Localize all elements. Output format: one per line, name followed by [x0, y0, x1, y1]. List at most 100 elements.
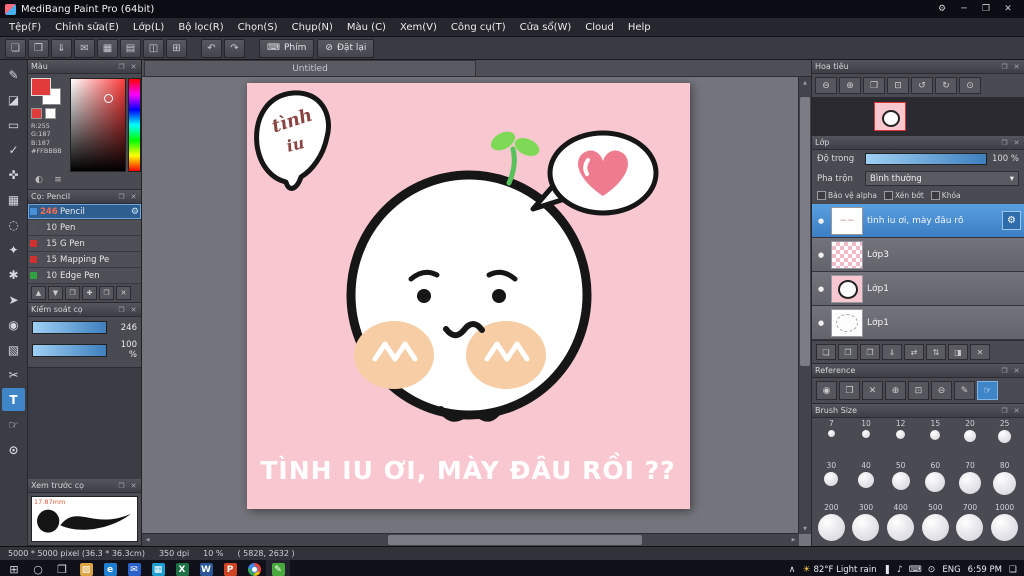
move-tool[interactable]: ✜	[2, 163, 25, 186]
delete-brush-icon[interactable]: ✕	[116, 286, 131, 300]
brush-opacity-slider[interactable]	[32, 343, 107, 357]
operation-tool[interactable]: ➤	[2, 288, 25, 311]
saturation-value-picker[interactable]	[70, 78, 126, 172]
duplicate-brush-icon[interactable]: ❐	[99, 286, 114, 300]
lasso-tool[interactable]: ◌	[2, 213, 25, 236]
excel-taskbar-button[interactable]: X	[170, 560, 194, 576]
minimize-button[interactable]: ─	[953, 1, 975, 18]
fill-tool[interactable]: ◉	[2, 313, 25, 336]
close-button[interactable]: ✕	[997, 1, 1019, 18]
color-picker-cursor[interactable]	[104, 93, 114, 103]
zoom-in-icon[interactable]: ⊕	[839, 77, 861, 94]
brush-size-200[interactable]: 200	[814, 503, 849, 545]
brush-size-50[interactable]: 50	[883, 461, 918, 503]
brush-row-0[interactable]: 246 Pencil ⚙	[28, 204, 141, 220]
snap-grid-icon[interactable]: ⊞	[166, 38, 187, 58]
navigator-preview[interactable]	[812, 97, 1024, 135]
weather-widget[interactable]: ☀ 82°F Light rain	[802, 565, 876, 575]
document-tab[interactable]: Untitled	[144, 60, 476, 76]
start-button[interactable]: ⊞	[2, 560, 26, 576]
panel-float-icon[interactable]: ❐	[117, 306, 126, 314]
horizontal-scroll-thumb[interactable]	[387, 535, 642, 545]
layer-visibility-icon[interactable]: ●	[815, 217, 827, 225]
horizontal-scrollbar[interactable]: ◀ ▶	[142, 533, 799, 546]
navigator-thumbnail[interactable]	[874, 101, 906, 131]
rect-select-tool[interactable]: ▦	[2, 188, 25, 211]
maximize-button[interactable]: ❐	[975, 1, 997, 18]
brush-row-4[interactable]: 10 Edge Pen	[28, 268, 141, 284]
ref-fit-icon[interactable]: ⊡	[908, 381, 929, 400]
color-swatch-1[interactable]	[31, 108, 42, 119]
panel-float-icon[interactable]: ❐	[1000, 63, 1009, 71]
medibang-taskbar-button[interactable]: ✎	[266, 560, 290, 576]
lock-checkbox[interactable]: Khóa	[930, 191, 961, 200]
chrome-taskbar-button[interactable]	[242, 560, 266, 576]
duplicate-layer-icon[interactable]: ❐	[860, 344, 880, 360]
mail-taskbar-button[interactable]: ✉	[122, 560, 146, 576]
slice-tool[interactable]: ✂	[2, 363, 25, 386]
brush-size-80[interactable]: 80	[987, 461, 1022, 503]
ref-picker-icon[interactable]: ✎	[954, 381, 975, 400]
close-image-icon[interactable]: ✕	[862, 381, 883, 400]
protect-alpha-checkbox[interactable]: Bảo vệ alpha	[817, 191, 877, 200]
menu-item-4[interactable]: Chọn(S)	[231, 18, 285, 36]
scroll-left-icon[interactable]: ◀	[142, 534, 153, 546]
photos-taskbar-button[interactable]: ▦	[146, 560, 170, 576]
menu-item-9[interactable]: Cửa sổ(W)	[513, 18, 579, 36]
scroll-up-icon[interactable]: ▲	[799, 77, 811, 88]
brush-size-300[interactable]: 300	[849, 503, 884, 545]
search-button[interactable]: ○	[26, 560, 50, 576]
menu-item-6[interactable]: Màu (C)	[340, 18, 393, 36]
task-view-button[interactable]: ❐	[50, 560, 74, 576]
menu-item-0[interactable]: Tệp(F)	[2, 18, 48, 36]
layer-visibility-icon[interactable]: ●	[815, 251, 827, 259]
brush-size-700[interactable]: 700	[953, 503, 988, 545]
brush-row-1[interactable]: 10 Pen	[28, 220, 141, 236]
brush-row-3[interactable]: 15 Mapping Pe	[28, 252, 141, 268]
panel-close-icon[interactable]: ✕	[1012, 367, 1021, 375]
auto-select-tool[interactable]: ✱	[2, 263, 25, 286]
brush-folder-icon[interactable]: ❒	[65, 286, 80, 300]
rotate-left-icon[interactable]: ↺	[911, 77, 933, 94]
new-layer-icon[interactable]: ❏	[816, 344, 836, 360]
menu-item-1[interactable]: Chỉnh sửa(E)	[48, 18, 126, 36]
pen-tool[interactable]: ✎	[2, 63, 25, 86]
brush-size-20[interactable]: 20	[953, 419, 988, 461]
publish-icon[interactable]: ✉	[74, 38, 95, 58]
panel-float-icon[interactable]: ❐	[117, 63, 126, 71]
language-indicator[interactable]: ENG	[942, 565, 960, 575]
brush-size-slider[interactable]	[32, 321, 107, 334]
menu-item-10[interactable]: Cloud	[578, 18, 621, 36]
brush-size-25[interactable]: 25	[987, 419, 1022, 461]
folder-taskbar-button[interactable]: ▨	[74, 560, 98, 576]
open-image-icon[interactable]: ❒	[839, 381, 860, 400]
redo-icon[interactable]: ↷	[224, 38, 245, 58]
brush-size-500[interactable]: 500	[918, 503, 953, 545]
shortcut-keys-button[interactable]: ⌨ Phím	[259, 38, 315, 58]
panel-float-icon[interactable]: ❐	[1000, 139, 1009, 147]
reorder-layer-icon[interactable]: ⇅	[926, 344, 946, 360]
brush-size-7[interactable]: 7	[814, 419, 849, 461]
brush-settings-icon[interactable]: ⚙	[131, 207, 139, 217]
rotate-right-icon[interactable]: ↻	[935, 77, 957, 94]
notification-center-icon[interactable]: ❏	[1009, 565, 1017, 575]
color-window-icon[interactable]: ▦	[97, 38, 118, 58]
brush-size-10[interactable]: 10	[849, 419, 884, 461]
transfer-layer-icon[interactable]: ⇄	[904, 344, 924, 360]
hand-tool[interactable]: ☞	[2, 413, 25, 436]
panel-close-icon[interactable]: ✕	[1012, 139, 1021, 147]
panel-close-icon[interactable]: ✕	[129, 306, 138, 314]
color-sliders-icon[interactable]: ≡	[51, 174, 65, 186]
brush-row-2[interactable]: 15 G Pen	[28, 236, 141, 252]
add-brush-icon[interactable]: ✚	[82, 286, 97, 300]
panel-float-icon[interactable]: ❐	[117, 482, 126, 490]
panel-float-icon[interactable]: ❐	[117, 193, 126, 201]
brush-size-1000[interactable]: 1000	[987, 503, 1022, 545]
tray-expand-icon[interactable]: ∧	[789, 565, 796, 575]
brush-size-400[interactable]: 400	[883, 503, 918, 545]
ref-zoom-out-icon[interactable]: ⊖	[931, 381, 952, 400]
shape-tool[interactable]: ▭	[2, 113, 25, 136]
brush-up-icon[interactable]: ▲	[31, 286, 46, 300]
magic-wand-tool[interactable]: ✦	[2, 238, 25, 261]
volume-icon[interactable]: ♪	[897, 565, 903, 575]
